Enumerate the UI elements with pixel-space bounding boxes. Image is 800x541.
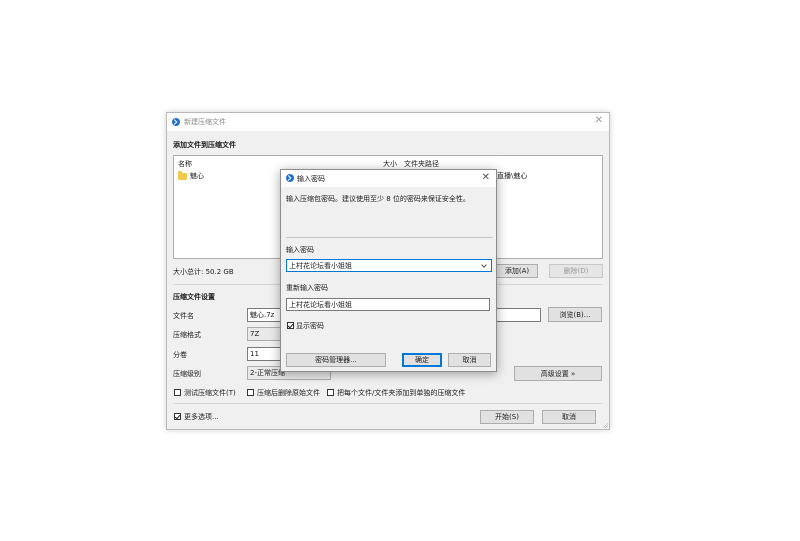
list-item[interactable]: 魅心: [178, 170, 278, 180]
folder-icon: [178, 171, 187, 180]
list-item-path: 直播\魅心: [497, 172, 528, 180]
test-archive-label[interactable]: 测试压缩文件(T): [184, 388, 236, 398]
show-password-checkbox[interactable]: [287, 322, 294, 329]
divider: [286, 237, 493, 238]
password-input[interactable]: 上村花论坛看小姐姐: [286, 259, 492, 272]
dialog-title-bar: 输入密码 ✕: [281, 170, 496, 187]
section-settings-heading: 压缩文件设置: [173, 293, 215, 301]
start-button[interactable]: 开始(S): [480, 410, 534, 424]
close-icon[interactable]: ✕: [482, 173, 490, 183]
total-size: 大小总计: 50.2 GB: [173, 268, 234, 276]
level-label: 压缩级别: [173, 370, 201, 378]
dialog-cancel-button[interactable]: 取消: [448, 353, 491, 367]
browse-button[interactable]: 浏览(B)...: [548, 307, 602, 322]
format-label: 压缩格式: [173, 331, 201, 339]
divider: [173, 403, 603, 404]
split-label: 分卷: [173, 351, 187, 359]
title-bar: 新建压缩文件 ✕: [167, 113, 609, 131]
dialog-title: 输入密码: [297, 175, 325, 183]
show-password-label[interactable]: 显示密码: [296, 321, 324, 331]
add-button[interactable]: 添加(A): [496, 264, 538, 278]
delete-after-checkbox[interactable]: [247, 389, 254, 396]
section-add-files-heading: 添加文件到压缩文件: [173, 141, 236, 149]
reenter-password-input[interactable]: 上村花论坛看小姐姐: [286, 298, 490, 311]
column-header-size[interactable]: 大小: [383, 159, 397, 169]
test-archive-checkbox[interactable]: [174, 389, 181, 396]
column-header-path[interactable]: 文件夹路径: [404, 159, 439, 169]
password-input-value: 上村花论坛看小姐姐: [289, 261, 352, 270]
more-options-checkbox[interactable]: [174, 413, 181, 420]
enter-password-label: 输入密码: [286, 246, 314, 254]
list-item-name: 魅心: [190, 172, 204, 180]
close-icon[interactable]: ✕: [595, 116, 603, 126]
more-options-label[interactable]: 更多选项...: [184, 412, 219, 422]
column-header-name[interactable]: 名称: [178, 159, 192, 169]
delete-after-label[interactable]: 压缩后删除原始文件: [257, 388, 320, 398]
password-hint: 输入压缩包密码。建议使用至少 8 位的密码来保证安全性。: [286, 195, 470, 203]
password-dialog: 输入密码 ✕ 输入压缩包密码。建议使用至少 8 位的密码来保证安全性。 输入密码…: [280, 169, 497, 372]
chevron-down-icon[interactable]: [481, 262, 487, 268]
separate-archives-checkbox[interactable]: [327, 389, 334, 396]
reenter-password-label: 重新输入密码: [286, 284, 328, 292]
app-logo-icon: [172, 118, 180, 126]
separate-archives-label[interactable]: 把每个文件/文件夹添加到单独的压缩文件: [337, 388, 465, 398]
filename-label: 文件名: [173, 312, 194, 320]
advanced-settings-button[interactable]: 高级设置 »: [514, 366, 602, 381]
resize-grip-icon[interactable]: [602, 422, 608, 428]
app-logo-icon: [286, 174, 294, 182]
ok-button[interactable]: 确定: [402, 353, 442, 367]
window-title: 新建压缩文件: [184, 118, 226, 126]
password-manager-button[interactable]: 密码管理器...: [286, 353, 386, 367]
delete-button[interactable]: 删除(D): [549, 264, 603, 278]
cancel-button[interactable]: 取消: [542, 410, 596, 424]
